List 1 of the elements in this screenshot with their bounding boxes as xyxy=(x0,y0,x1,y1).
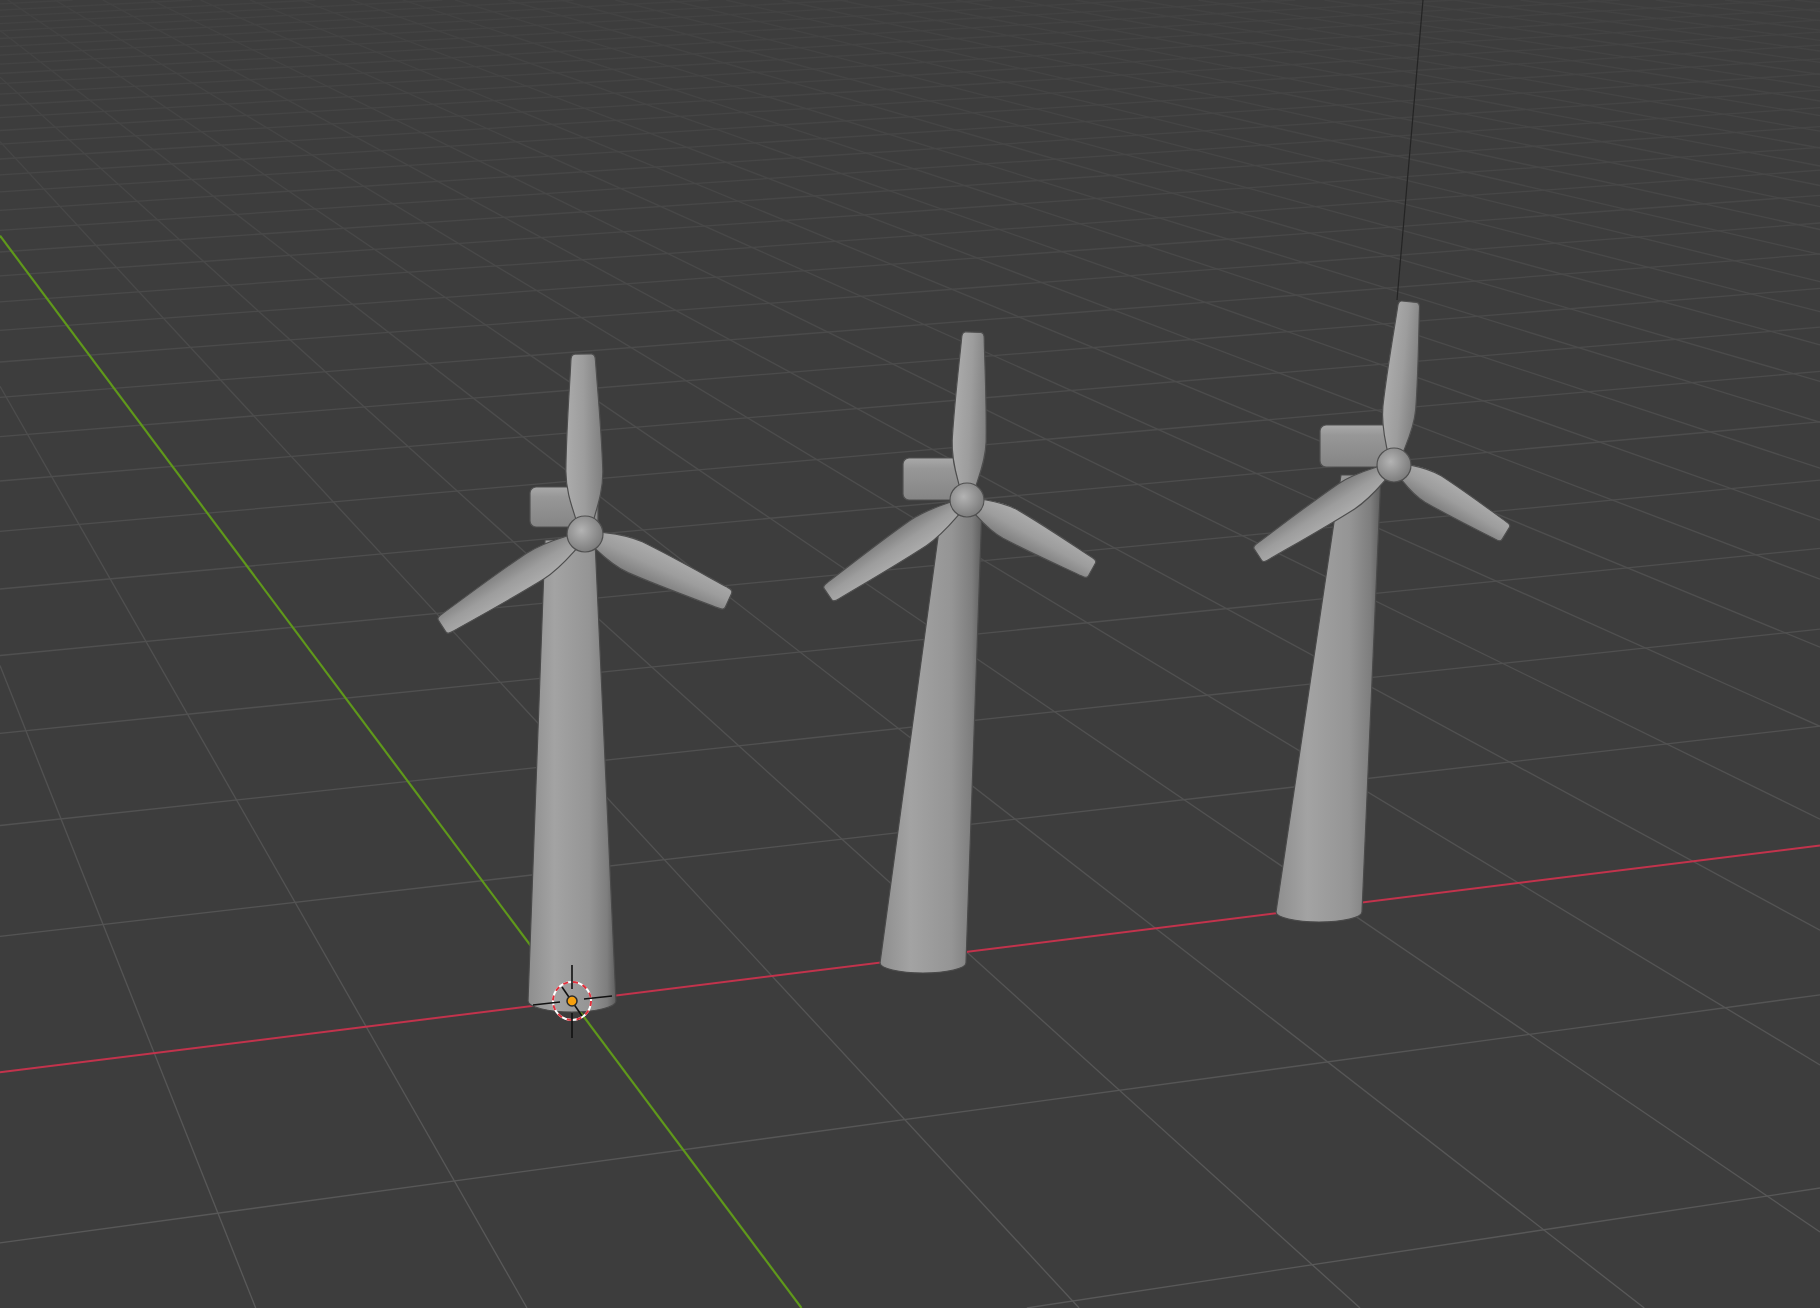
crosshair-icon xyxy=(532,964,613,1039)
